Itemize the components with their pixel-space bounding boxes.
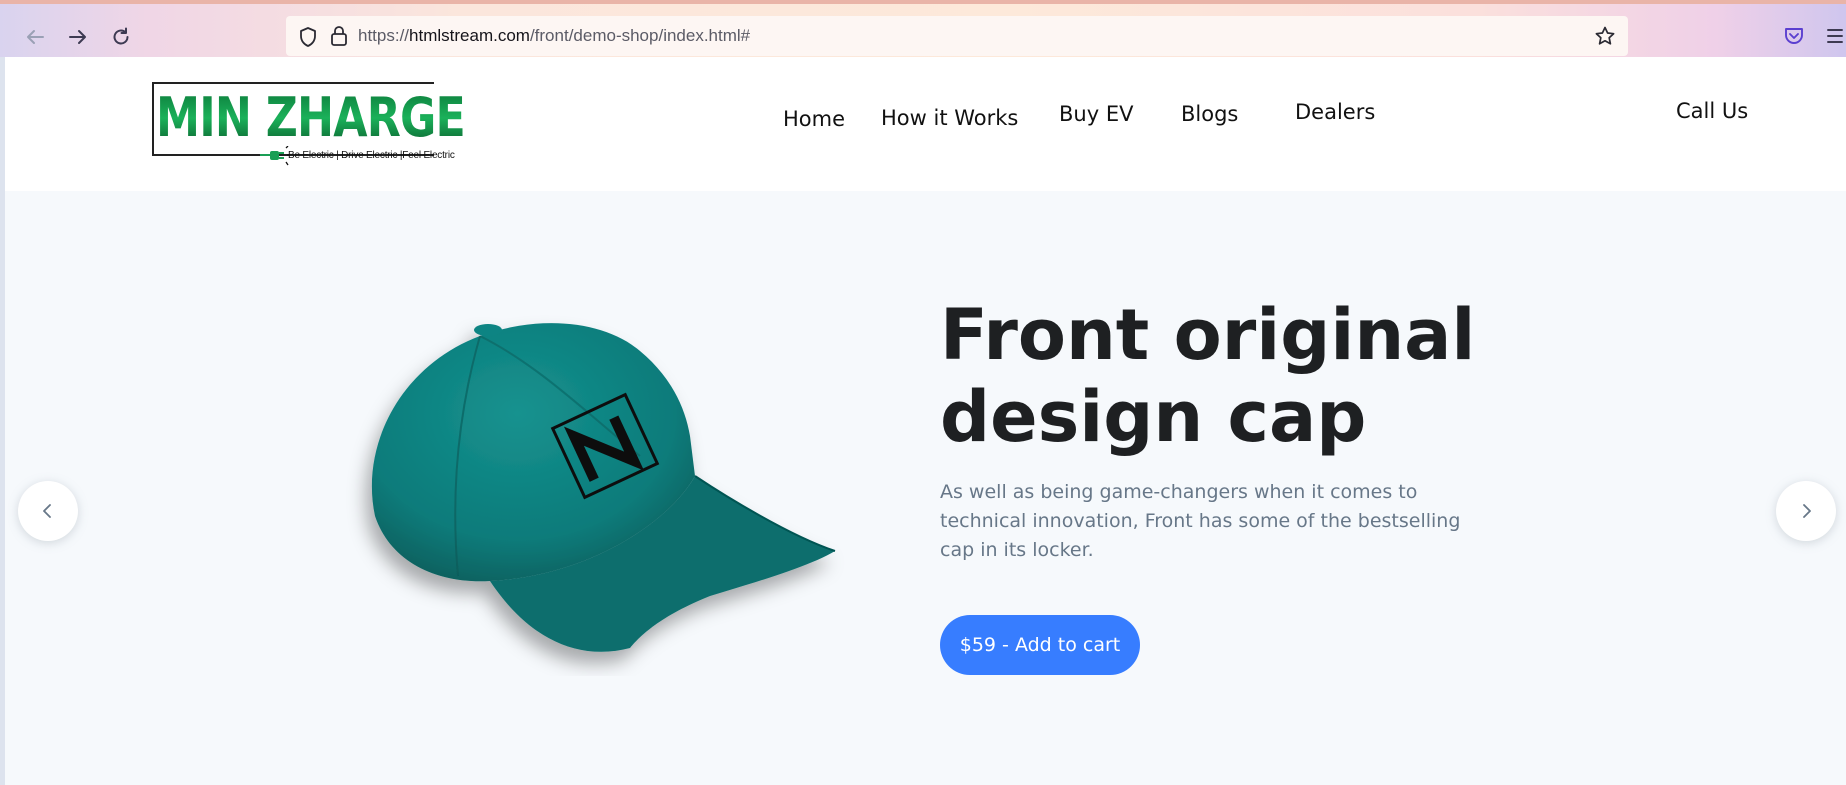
browser-toolbar: https://htmlstream.com/front/demo-shop/i… (0, 0, 1846, 57)
product-title-line2: design cap (940, 376, 1367, 458)
logo-tagline: Be Electric | Drive Electric |Feel Elect… (288, 150, 455, 161)
shield-icon (300, 27, 316, 47)
back-button[interactable] (22, 24, 48, 50)
carousel-next-button[interactable] (1776, 481, 1836, 541)
nav-blogs[interactable]: Blogs (1181, 102, 1238, 126)
product-title-line1: Front original (940, 294, 1476, 376)
nav-call-us[interactable]: Call Us (1676, 99, 1748, 123)
logo-name: MIN ZHARGE (156, 86, 466, 149)
product-description: As well as being game-changers when it c… (940, 481, 1461, 561)
product-title: Front original design cap (940, 294, 1540, 458)
nav-how-it-works[interactable]: How it Works (881, 106, 1018, 130)
reload-button[interactable] (108, 24, 134, 50)
nav-dealers[interactable]: Dealers (1295, 100, 1375, 124)
url-domain: htmlstream.com (409, 26, 530, 45)
lock-icon (331, 26, 347, 46)
add-to-cart-button[interactable]: $59 - Add to cart (940, 615, 1140, 675)
forward-arrow-icon (69, 30, 86, 44)
site-logo[interactable]: MIN ZHARGE Be Electric | Drive Electric … (152, 82, 466, 174)
site-header: MIN ZHARGE Be Electric | Drive Electric … (5, 57, 1846, 191)
url-text: https://htmlstream.com/front/demo-shop/i… (358, 26, 750, 46)
reload-icon (113, 27, 129, 45)
product-image-cap (371, 323, 836, 652)
chevron-right-icon (1803, 504, 1811, 518)
nav-home[interactable]: Home (783, 107, 845, 131)
nav-buy-ev[interactable]: Buy EV (1059, 102, 1133, 126)
star-icon[interactable] (1594, 25, 1616, 47)
menu-icon[interactable] (1826, 27, 1844, 45)
plug-icon (260, 146, 290, 166)
hero-carousel: Front original design cap As well as bei… (5, 191, 1846, 785)
address-bar[interactable]: https://htmlstream.com/front/demo-shop/i… (286, 16, 1628, 56)
url-prefix: https:// (358, 26, 410, 45)
carousel-prev-button[interactable] (18, 481, 78, 541)
chevron-left-icon (43, 504, 51, 518)
pocket-icon[interactable] (1783, 25, 1805, 47)
back-arrow-icon (27, 30, 44, 44)
url-path: /front/demo-shop/index.html# (529, 26, 751, 45)
forward-button[interactable] (65, 24, 91, 50)
